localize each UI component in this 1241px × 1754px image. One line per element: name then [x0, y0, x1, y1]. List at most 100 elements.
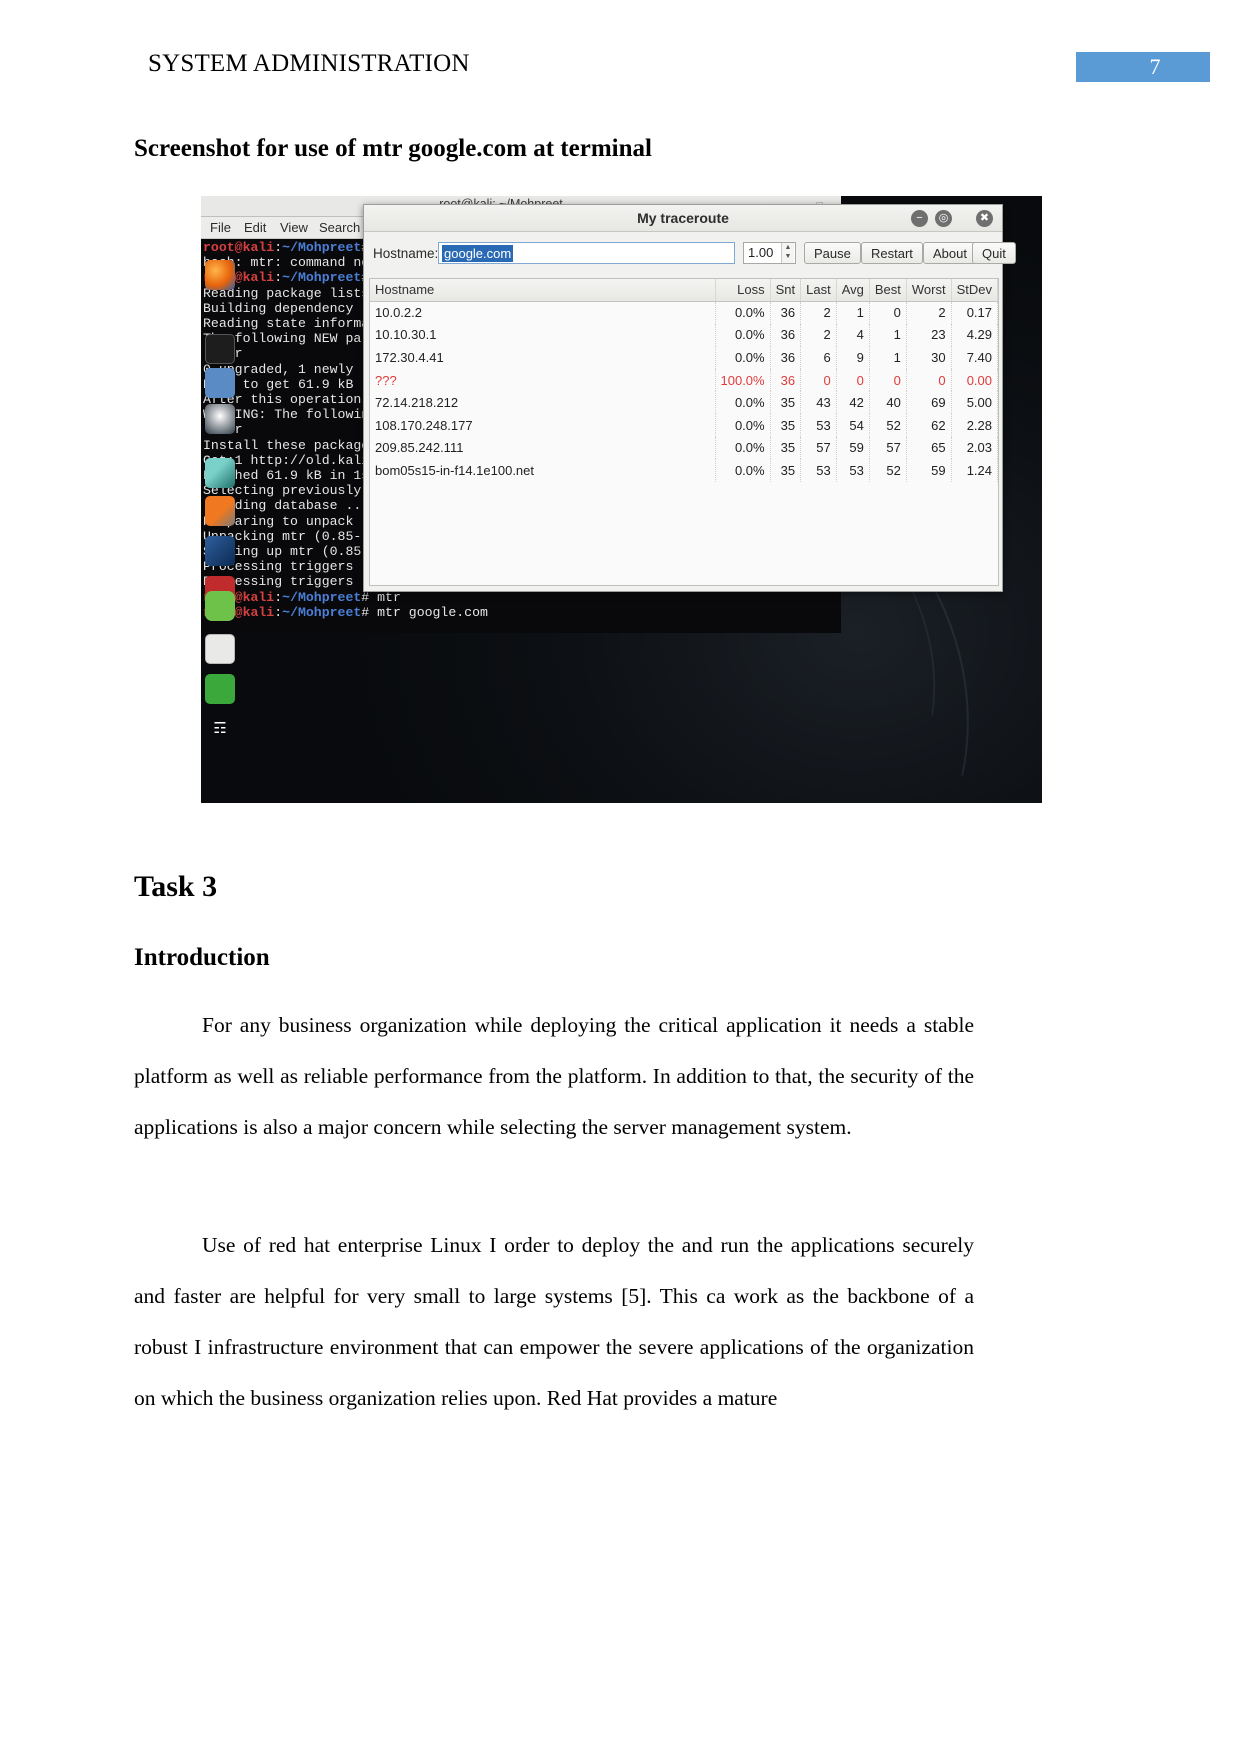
cell-stdev: 1.24 — [951, 459, 999, 482]
cell-loss: 0.0% — [715, 301, 771, 324]
table-row[interactable]: 10.0.2.2 0.0% 36 2 1 0 2 0.17 — [370, 301, 999, 324]
cell-hostname: 108.170.248.177 — [370, 413, 716, 437]
column-header-last[interactable]: Last — [800, 279, 837, 302]
cell-worst: 62 — [906, 413, 952, 437]
cell-hostname: 10.10.30.1 — [370, 323, 716, 347]
introduction-heading: Introduction — [134, 944, 270, 971]
column-header-worst[interactable]: Worst — [906, 279, 952, 302]
document-page: SYSTEM ADMINISTRATION 7 Screenshot for u… — [0, 0, 1241, 1754]
cell-avg: 9 — [836, 346, 870, 369]
terminal-menu-edit[interactable]: Edit — [244, 220, 266, 235]
zaproxy-icon[interactable] — [205, 496, 235, 526]
about-button[interactable]: About — [923, 242, 977, 264]
terminal-menu-search[interactable]: Search — [319, 220, 360, 235]
burpsuite-icon[interactable] — [205, 458, 235, 488]
column-header-best[interactable]: Best — [869, 279, 907, 302]
cell-snt: 36 — [770, 346, 802, 369]
spinner-arrows-icon[interactable]: ▲ ▼ — [781, 243, 794, 263]
cell-best: 52 — [869, 413, 907, 437]
cell-hostname: 209.85.242.111 — [370, 436, 716, 460]
files-icon[interactable] — [205, 368, 235, 398]
cell-loss: 0.0% — [715, 346, 771, 369]
minimize-icon[interactable]: − — [911, 210, 928, 227]
cell-snt: 36 — [770, 368, 802, 392]
table-row[interactable]: bom05s15-in-f14.1e100.net 0.0% 35 53 53 52 59 1… — [370, 459, 999, 482]
column-header-hostname[interactable]: Hostname — [370, 279, 716, 302]
cell-last: 2 — [800, 323, 837, 347]
desktop-dock[interactable]: ☶ — [203, 246, 239, 746]
cell-loss: 0.0% — [715, 436, 771, 460]
table-row[interactable]: ??? 100.0% 36 0 0 0 0 0.00 — [370, 368, 999, 392]
close-icon[interactable]: ✖ — [976, 210, 993, 227]
quit-button[interactable]: Quit — [972, 242, 1016, 264]
calculator-icon[interactable] — [205, 634, 235, 664]
screenshot-figure: root@kali: ~/Mohpreet –□ File Edit View … — [201, 196, 1042, 803]
notes-icon[interactable] — [205, 591, 235, 621]
table-row[interactable]: 209.85.242.111 0.0% 35 57 59 57 65 2.03 — [370, 436, 999, 460]
traceroute-table-body: 10.0.2.2 0.0% 36 2 1 0 2 0.17 10.10.30.1 0.0% 36 2 4… — [370, 301, 999, 482]
bluetooth-icon[interactable] — [205, 536, 235, 566]
column-header-avg[interactable]: Avg — [836, 279, 870, 302]
cell-stdev: 7.40 — [951, 346, 999, 369]
cell-worst: 23 — [906, 323, 952, 347]
cell-worst: 59 — [906, 459, 952, 482]
cell-snt: 36 — [770, 301, 802, 324]
hostname-input[interactable]: google.com — [438, 242, 735, 264]
pause-button[interactable]: Pause — [804, 242, 861, 264]
column-header-snt[interactable]: Snt — [770, 279, 802, 302]
cell-worst: 2 — [906, 301, 952, 324]
cell-hostname: bom05s15-in-f14.1e100.net — [370, 459, 716, 482]
traceroute-table: Hostname Loss Snt Last Avg Best Worst StDev 10.… — [370, 279, 999, 482]
table-row[interactable]: 10.10.30.1 0.0% 36 2 4 1 23 4.29 — [370, 323, 999, 347]
mtr-dialog[interactable]: My traceroute − ◎ ✖ Hostname: google.com… — [363, 204, 1016, 592]
page-header: SYSTEM ADMINISTRATION 7 — [0, 50, 1241, 90]
cell-loss: 0.0% — [715, 323, 771, 347]
interval-value: 1.00 — [748, 245, 774, 260]
cell-stdev: 2.28 — [951, 413, 999, 437]
cell-snt: 35 — [770, 459, 802, 482]
cell-last: 53 — [800, 413, 837, 437]
table-row[interactable]: 72.14.218.212 0.0% 35 43 42 40 69 5.00 — [370, 391, 999, 414]
firefox-icon[interactable] — [205, 260, 235, 290]
table-row[interactable]: 172.30.4.41 0.0% 36 6 9 1 30 7.40 — [370, 346, 999, 369]
cell-last: 2 — [800, 301, 837, 324]
cell-worst: 65 — [906, 436, 952, 460]
terminal-menu-file[interactable]: File — [210, 220, 231, 235]
cell-snt: 35 — [770, 413, 802, 437]
mtr-toolbar: Hostname: google.com 1.00 ▲ ▼ Pause Resta… — [364, 232, 1016, 270]
cell-stdev: 0.00 — [951, 368, 999, 392]
cell-worst: 30 — [906, 346, 952, 369]
cell-snt: 35 — [770, 391, 802, 414]
column-header-loss[interactable]: Loss — [715, 279, 771, 302]
cell-loss: 0.0% — [715, 391, 771, 414]
terminal-icon[interactable] — [205, 334, 235, 364]
show-apps-icon[interactable]: ☶ — [205, 714, 235, 744]
cell-stdev: 5.00 — [951, 391, 999, 414]
cell-hostname: ??? — [370, 368, 716, 392]
cell-best: 40 — [869, 391, 907, 414]
mtr-titlebar: My traceroute − ◎ ✖ — [364, 205, 1002, 232]
cell-best: 0 — [869, 368, 907, 392]
table-header-row: Hostname Loss Snt Last Avg Best Worst StDev — [370, 279, 999, 302]
cell-last: 57 — [800, 436, 837, 460]
cell-avg: 0 — [836, 368, 870, 392]
cell-best: 0 — [869, 301, 907, 324]
cell-loss: 100.0% — [715, 368, 771, 392]
cell-loss: 0.0% — [715, 459, 771, 482]
table-row[interactable]: 108.170.248.177 0.0% 35 53 54 52 62 2.28 — [370, 413, 999, 437]
cell-hostname: 72.14.218.212 — [370, 391, 716, 414]
metasploit-icon[interactable] — [205, 404, 235, 434]
maximize-icon[interactable]: ◎ — [935, 210, 952, 227]
cell-snt: 35 — [770, 436, 802, 460]
column-header-stdev[interactable]: StDev — [951, 279, 999, 302]
interval-spinner[interactable]: 1.00 ▲ ▼ — [743, 242, 796, 264]
cell-avg: 59 — [836, 436, 870, 460]
hostname-input-value: google.com — [442, 245, 514, 262]
terminal-menu-view[interactable]: View — [280, 220, 308, 235]
cell-stdev: 0.17 — [951, 301, 999, 324]
traceroute-table-container[interactable]: Hostname Loss Snt Last Avg Best Worst StDev 10.… — [369, 278, 999, 586]
restart-button[interactable]: Restart — [861, 242, 923, 264]
hostname-label: Hostname: — [373, 246, 439, 261]
app-green-icon[interactable] — [205, 674, 235, 704]
header-title: SYSTEM ADMINISTRATION — [148, 50, 470, 77]
